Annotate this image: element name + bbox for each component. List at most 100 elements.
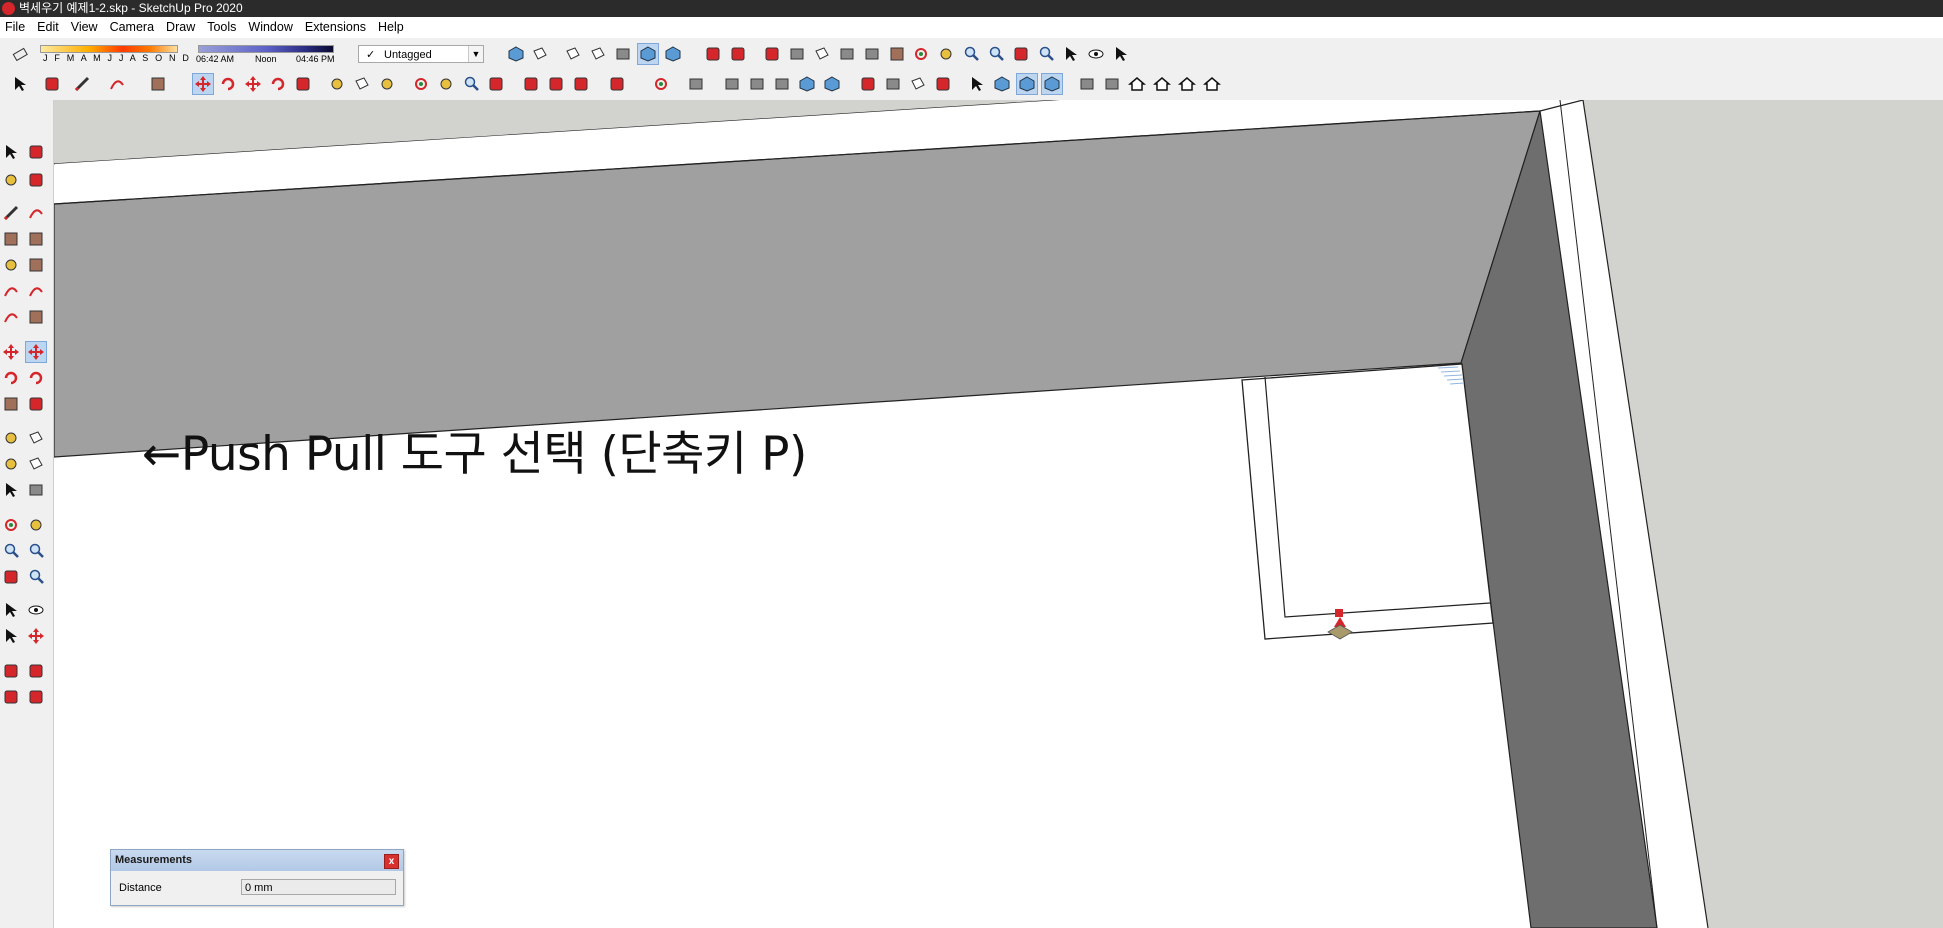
smoove-icon[interactable] <box>812 44 832 64</box>
line-tool-icon[interactable] <box>1 203 21 223</box>
arc-icon[interactable] <box>107 74 127 94</box>
ruby-console-icon[interactable] <box>607 74 627 94</box>
tag-dropdown[interactable]: ✓ Untagged ▼ <box>358 45 484 63</box>
tape-tool-icon[interactable] <box>1 428 21 448</box>
position-camera-icon[interactable] <box>1061 44 1081 64</box>
back-view-icon[interactable] <box>1127 74 1147 94</box>
pan-tool-icon[interactable] <box>436 74 456 94</box>
iso-view-icon[interactable] <box>506 44 526 64</box>
scenes-icon[interactable] <box>797 74 817 94</box>
pan-icon[interactable] <box>936 44 956 64</box>
section-plane-icon[interactable] <box>703 44 723 64</box>
stamp-icon[interactable] <box>837 44 857 64</box>
push-pull-icon[interactable] <box>192 73 214 95</box>
section-display-icon[interactable] <box>992 74 1012 94</box>
push-pull-tool-icon[interactable] <box>25 341 47 363</box>
top-view-icon[interactable] <box>1041 73 1063 95</box>
rotate-tool-icon[interactable] <box>1 368 21 388</box>
text-tool-icon[interactable] <box>26 454 46 474</box>
model-canvas[interactable] <box>54 100 1943 928</box>
walk-icon[interactable] <box>1111 44 1131 64</box>
zoom-extents-tool-icon[interactable] <box>486 74 506 94</box>
protractor-tool-icon[interactable] <box>1 454 21 474</box>
axes-tool-icon[interactable] <box>1 480 21 500</box>
previous-left-icon[interactable] <box>26 567 46 587</box>
sandbox-contours-icon[interactable] <box>762 44 782 64</box>
eraser-icon[interactable] <box>10 44 30 64</box>
geolocation-icon[interactable] <box>933 74 953 94</box>
move-icon[interactable] <box>243 74 263 94</box>
fog-icon[interactable] <box>908 74 928 94</box>
chevron-down-icon[interactable]: ▼ <box>468 46 483 62</box>
zoom-extents-left-icon[interactable] <box>1 567 21 587</box>
layers-icon[interactable] <box>747 74 767 94</box>
section-cut-icon[interactable] <box>728 44 748 64</box>
zoom-icon[interactable] <box>961 44 981 64</box>
shadow-date-slider[interactable] <box>40 45 178 53</box>
materials-icon[interactable] <box>822 74 842 94</box>
model-viewport[interactable]: ←Push Pull 도구 선택 (단축키 P) <box>54 100 1943 928</box>
protractor-icon[interactable] <box>377 74 397 94</box>
two-point-arc-icon[interactable] <box>1 307 21 327</box>
position-camera-left-icon[interactable] <box>1 600 21 620</box>
move-tool-icon[interactable] <box>1 342 21 362</box>
menu-tools[interactable]: Tools <box>202 17 243 38</box>
paint-tool-icon[interactable] <box>1 170 21 190</box>
menu-edit[interactable]: Edit <box>32 17 66 38</box>
menu-camera[interactable]: Camera <box>105 17 161 38</box>
look-around-icon[interactable] <box>1086 44 1106 64</box>
right-view-icon[interactable] <box>1102 74 1122 94</box>
text-icon[interactable] <box>352 74 372 94</box>
wireframe-style-icon[interactable] <box>530 44 550 64</box>
shadow-toggle-icon[interactable] <box>883 74 903 94</box>
account-icon[interactable] <box>651 74 671 94</box>
section-plane-left-icon[interactable] <box>26 626 46 646</box>
iso-icon[interactable] <box>1016 73 1038 95</box>
axes-icon[interactable] <box>967 74 987 94</box>
three-point-arc-icon[interactable] <box>26 307 46 327</box>
monochrome-icon[interactable] <box>637 43 659 65</box>
walk-left-icon[interactable] <box>1 626 21 646</box>
warehouse-left-icon[interactable] <box>1 661 21 681</box>
flip-edge-icon[interactable] <box>887 44 907 64</box>
styles-icon[interactable] <box>772 74 792 94</box>
select-icon[interactable] <box>10 74 30 94</box>
shaded-textures-icon[interactable] <box>613 44 633 64</box>
zoom-extents-icon[interactable] <box>1011 44 1031 64</box>
zoom-left-icon[interactable] <box>1 541 21 561</box>
share-left-icon[interactable] <box>1 687 21 707</box>
erase-tool-icon[interactable] <box>26 170 46 190</box>
outliner-icon[interactable] <box>722 74 742 94</box>
follow-me-tool-icon[interactable] <box>26 368 46 388</box>
front-view-icon[interactable] <box>1077 74 1097 94</box>
tape-measure-icon[interactable] <box>327 74 347 94</box>
window-icon[interactable] <box>1202 74 1222 94</box>
warehouse-3d-icon[interactable] <box>858 74 878 94</box>
drape-icon[interactable] <box>862 44 882 64</box>
ruby-left-icon[interactable] <box>26 687 46 707</box>
menu-view[interactable]: View <box>66 17 105 38</box>
menu-file[interactable]: File <box>0 17 32 38</box>
left-view-icon[interactable] <box>1152 74 1172 94</box>
shadow-time-slider[interactable] <box>198 45 334 53</box>
sandbox-mesh-icon[interactable] <box>787 44 807 64</box>
3d-text-icon[interactable] <box>26 480 46 500</box>
target-face[interactable] <box>1241 363 1494 640</box>
make-component-icon[interactable] <box>26 142 46 162</box>
offset-tool-icon[interactable] <box>26 394 46 414</box>
pencil-icon[interactable] <box>72 74 92 94</box>
warehouse-icon[interactable] <box>521 74 541 94</box>
look-around-left-icon[interactable] <box>26 600 46 620</box>
zoom-window-icon[interactable] <box>986 44 1006 64</box>
dimension-tool-icon[interactable] <box>26 428 46 448</box>
pan-left-icon[interactable] <box>26 515 46 535</box>
menu-window[interactable]: Window <box>243 17 299 38</box>
menu-draw[interactable]: Draw <box>161 17 202 38</box>
orbit-left-icon[interactable] <box>1 515 21 535</box>
distance-input[interactable]: 0 mm <box>241 879 396 895</box>
bottom-view-icon[interactable] <box>1177 74 1197 94</box>
arc-tool-icon[interactable] <box>1 281 21 301</box>
scale-icon[interactable] <box>293 74 313 94</box>
shaded-icon[interactable] <box>588 44 608 64</box>
close-icon[interactable]: x <box>384 854 399 869</box>
